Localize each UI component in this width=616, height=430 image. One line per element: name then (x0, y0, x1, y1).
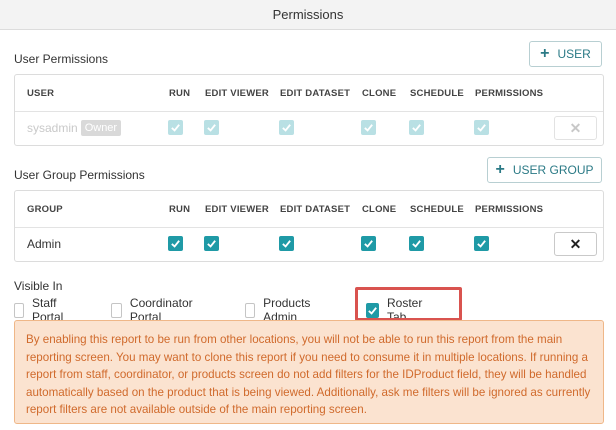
col-schedule: SCHEDULE (410, 88, 464, 99)
edit-dataset-checkbox[interactable] (279, 236, 294, 251)
schedule-checkbox[interactable] (409, 236, 424, 251)
run-checkbox[interactable] (168, 236, 183, 251)
col-schedule: SCHEDULE (410, 204, 464, 215)
col-permissions: PERMISSIONS (475, 88, 544, 99)
permissions-checkbox[interactable] (474, 236, 489, 251)
user-name: sysadmin (27, 121, 78, 135)
col-user: USER (27, 88, 55, 99)
col-permissions: PERMISSIONS (475, 204, 544, 215)
group-permissions-heading: User Group Permissions (14, 168, 145, 182)
plus-icon: + (540, 45, 550, 62)
remove-user-button: ✕ (554, 116, 597, 140)
user-permissions-table: USER RUN EDIT VIEWER EDIT DATASET CLONE … (14, 74, 604, 146)
table-row: Admin ✕ (15, 228, 603, 260)
col-clone: CLONE (362, 88, 397, 99)
check-icon (282, 124, 291, 132)
clone-checkbox[interactable] (361, 236, 376, 251)
clone-checkbox (361, 120, 376, 135)
run-checkbox (168, 120, 183, 135)
col-edit-viewer: EDIT VIEWER (205, 204, 269, 215)
check-icon (207, 240, 216, 248)
table-row: sysadmin Owner ✕ (15, 112, 603, 144)
col-edit-dataset: EDIT DATASET (280, 204, 351, 215)
group-permissions-table: GROUP RUN EDIT VIEWER EDIT DATASET CLONE… (14, 190, 604, 262)
col-clone: CLONE (362, 204, 397, 215)
table-header: GROUP RUN EDIT VIEWER EDIT DATASET CLONE… (15, 191, 603, 228)
warning-notice: By enabling this report to be run from o… (14, 320, 604, 424)
add-user-button[interactable]: + USER (529, 41, 602, 67)
col-group: GROUP (27, 204, 63, 215)
edit-viewer-checkbox[interactable] (204, 236, 219, 251)
add-user-label: USER (557, 47, 591, 61)
col-edit-dataset: EDIT DATASET (280, 88, 351, 99)
remove-group-button[interactable]: ✕ (554, 232, 597, 256)
check-icon (477, 240, 486, 248)
visible-in-heading: Visible In (14, 279, 63, 293)
plus-icon: + (495, 161, 505, 178)
add-user-group-label: USER GROUP (512, 163, 594, 177)
check-icon (412, 124, 421, 132)
check-icon (412, 240, 421, 248)
close-icon: ✕ (569, 119, 582, 136)
edit-dataset-checkbox (279, 120, 294, 135)
products-admin-checkbox[interactable] (245, 302, 256, 318)
schedule-checkbox (409, 120, 424, 135)
check-icon (364, 240, 373, 248)
user-cell: sysadmin Owner (27, 112, 122, 144)
col-run: RUN (169, 204, 191, 215)
staff-portal-checkbox[interactable] (14, 302, 24, 318)
check-icon (282, 240, 291, 248)
owner-badge: Owner (80, 120, 122, 136)
col-run: RUN (169, 88, 191, 99)
check-icon (207, 124, 216, 132)
coordinator-portal-checkbox[interactable] (111, 302, 122, 318)
check-icon (364, 124, 373, 132)
close-icon: ✕ (569, 235, 582, 252)
check-icon (171, 124, 180, 132)
check-icon (171, 240, 180, 248)
roster-tab-highlight (355, 287, 462, 321)
edit-viewer-checkbox (204, 120, 219, 135)
add-user-group-button[interactable]: + USER GROUP (487, 157, 602, 183)
group-name: Admin (27, 237, 62, 251)
col-edit-viewer: EDIT VIEWER (205, 88, 269, 99)
panel-title: Permissions (0, 0, 616, 30)
check-icon (477, 124, 486, 132)
permissions-checkbox (474, 120, 489, 135)
user-permissions-heading: User Permissions (14, 52, 109, 66)
table-header: USER RUN EDIT VIEWER EDIT DATASET CLONE … (15, 75, 603, 112)
